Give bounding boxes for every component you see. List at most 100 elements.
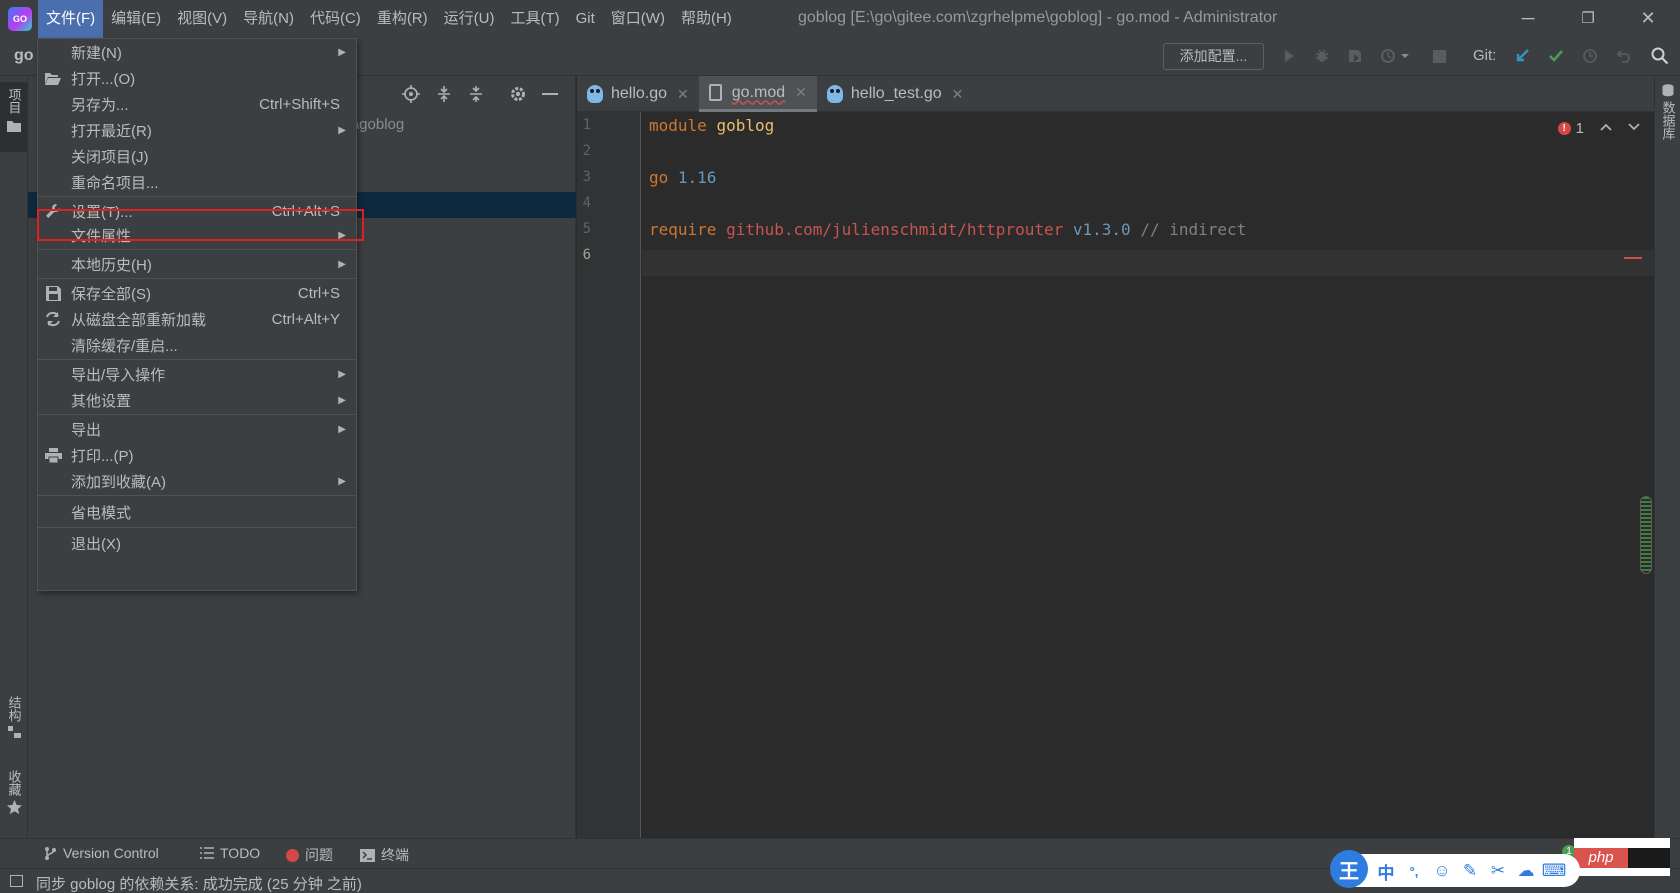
expand-all-icon[interactable] xyxy=(433,83,455,105)
mod-file-icon xyxy=(708,84,722,101)
project-tool-tab[interactable]: 项目 xyxy=(0,82,28,152)
menu-item-reload-all[interactable]: 从磁盘全部重新加载 Ctrl+Alt+Y xyxy=(38,306,356,332)
ime-cloud-icon[interactable]: ☁ xyxy=(1516,861,1536,881)
previous-problem-chevron-up-icon[interactable] xyxy=(1600,118,1612,134)
favorites-tool-tab[interactable]: 收藏 xyxy=(0,770,28,832)
code-editor[interactable]: module goblog go 1.16 require github.com… xyxy=(642,112,1654,838)
menu-item-power-save-mode[interactable]: 省电模式 xyxy=(38,499,356,525)
profile-icon[interactable] xyxy=(1376,44,1400,68)
close-button[interactable]: ✕ xyxy=(1620,0,1676,36)
database-icon xyxy=(1662,84,1674,97)
php-watermark: php xyxy=(1574,838,1670,876)
menu-item-new[interactable]: 新建(N) ▶ xyxy=(38,39,356,65)
next-problem-chevron-down-icon[interactable] xyxy=(1628,118,1640,134)
folder-icon xyxy=(7,121,21,132)
toggle-tool-windows-icon[interactable] xyxy=(10,875,23,887)
menu-view[interactable]: 视图(V) xyxy=(169,0,235,38)
problems-indicator[interactable]: ! 1 xyxy=(1557,120,1584,137)
main-menu: 文件(F) 编辑(E) 视图(V) 导航(N) 代码(C) 重构(R) 运行(U… xyxy=(38,0,740,38)
menu-window[interactable]: 窗口(W) xyxy=(603,0,673,38)
terminal-tab[interactable]: 终端 xyxy=(360,845,409,865)
search-everywhere-icon[interactable] xyxy=(1648,44,1672,68)
menu-item-export[interactable]: 导出 ▶ xyxy=(38,416,356,442)
hide-panel-icon[interactable] xyxy=(539,83,561,105)
save-icon xyxy=(42,285,64,301)
menu-item-invalidate-caches[interactable]: 清除缓存/重启... xyxy=(38,332,356,358)
menu-item-print[interactable]: 打印...(P) xyxy=(38,442,356,468)
menu-run[interactable]: 运行(U) xyxy=(436,0,503,38)
menu-item-other-settings[interactable]: 其他设置 ▶ xyxy=(38,387,356,413)
ime-emoji-icon[interactable]: ☺ xyxy=(1432,861,1452,881)
menu-item-rename-project[interactable]: 重命名项目... xyxy=(38,169,356,195)
ime-handwriting-icon[interactable]: ✎ xyxy=(1460,861,1480,881)
git-history-icon[interactable] xyxy=(1578,44,1602,68)
tab-hello-test-go[interactable]: hello_test.go ✕ xyxy=(817,76,973,112)
menu-edit[interactable]: 编辑(E) xyxy=(103,0,169,38)
tab-go-mod[interactable]: go.mod ✕ xyxy=(698,76,817,112)
close-tab-icon[interactable]: ✕ xyxy=(952,86,964,103)
project-name[interactable]: go xyxy=(14,47,34,65)
menu-refactor[interactable]: 重构(R) xyxy=(369,0,436,38)
ime-punctuation-button[interactable]: °, xyxy=(1404,861,1424,881)
menu-file[interactable]: 文件(F) xyxy=(38,0,104,38)
settings-highlight-annotation xyxy=(37,209,364,241)
menu-item-exit[interactable]: 退出(X) xyxy=(38,530,356,556)
ime-screenshot-icon[interactable]: ✂ xyxy=(1488,861,1508,881)
run-options-chevron-icon[interactable] xyxy=(1398,44,1412,68)
line-number: 5 xyxy=(582,221,591,237)
ime-chinese-mode-button[interactable]: 中 xyxy=(1376,861,1396,883)
close-tab-icon[interactable]: ✕ xyxy=(795,84,807,101)
stop-icon[interactable] xyxy=(1427,44,1451,68)
code-line-5: require github.com/julienschmidt/httprou… xyxy=(649,220,1247,239)
menu-separator xyxy=(38,278,356,279)
menu-item-import-export-settings[interactable]: 导出/导入操作 ▶ xyxy=(38,361,356,387)
menu-navigate[interactable]: 导航(N) xyxy=(235,0,302,38)
menu-item-save-as[interactable]: 另存为... Ctrl+Shift+S xyxy=(38,91,356,117)
git-commit-icon[interactable] xyxy=(1544,44,1568,68)
problems-tab[interactable]: 问题 xyxy=(286,845,333,865)
menu-item-save-all[interactable]: 保存全部(S) Ctrl+S xyxy=(38,280,356,306)
close-tab-icon[interactable]: ✕ xyxy=(677,86,689,103)
menu-item-close-project[interactable]: 关闭项目(J) xyxy=(38,143,356,169)
menu-item-local-history[interactable]: 本地历史(H) ▶ xyxy=(38,251,356,277)
editor-scrollbar[interactable] xyxy=(1640,496,1652,574)
locate-file-icon[interactable] xyxy=(400,83,422,105)
goland-logo-icon[interactable]: GO xyxy=(8,7,32,31)
menu-separator xyxy=(38,249,356,250)
structure-tool-tab[interactable]: 结构 xyxy=(0,696,28,760)
code-line-1: module goblog xyxy=(649,116,775,135)
database-tool-tab[interactable]: 数据库 xyxy=(1655,84,1680,164)
line-number: 1 xyxy=(582,117,591,133)
git-update-icon[interactable] xyxy=(1510,44,1534,68)
run-icon[interactable] xyxy=(1277,44,1301,68)
menu-git[interactable]: Git xyxy=(568,0,603,38)
submenu-arrow-icon: ▶ xyxy=(338,394,346,406)
menu-item-add-to-favorites[interactable]: 添加到收藏(A) ▶ xyxy=(38,468,356,494)
error-stripe-marker[interactable] xyxy=(1624,257,1642,259)
ime-keyboard-icon[interactable]: ⌨ xyxy=(1542,861,1567,881)
collapse-all-icon[interactable] xyxy=(465,83,487,105)
menu-tools[interactable]: 工具(T) xyxy=(502,0,567,38)
coverage-icon[interactable] xyxy=(1343,44,1367,68)
ime-logo-icon[interactable]: 王 xyxy=(1330,850,1368,888)
maximize-button[interactable]: ❐ xyxy=(1560,0,1616,36)
menu-item-open-recent[interactable]: 打开最近(R) ▶ xyxy=(38,117,356,143)
debug-icon[interactable] xyxy=(1310,44,1334,68)
menu-help[interactable]: 帮助(H) xyxy=(673,0,740,38)
git-rollback-icon[interactable] xyxy=(1612,44,1636,68)
settings-gear-icon[interactable] xyxy=(507,83,529,105)
menu-code[interactable]: 代码(C) xyxy=(302,0,369,38)
submenu-arrow-icon: ▶ xyxy=(338,475,346,487)
line-number-gutter: 1 2 3 4 5 6 xyxy=(577,112,641,838)
version-control-tab[interactable]: Version Control xyxy=(44,845,159,861)
error-dot-icon xyxy=(286,848,299,862)
todo-tab[interactable]: TODO xyxy=(200,845,260,861)
tab-hello-go[interactable]: hello.go ✕ xyxy=(577,76,699,112)
reload-icon xyxy=(42,311,64,327)
menu-separator xyxy=(38,196,356,197)
right-tool-strip: 数据库 xyxy=(1654,76,1680,838)
status-message[interactable]: 同步 goblog 的依赖关系: 成功完成 (25 分钟 之前) xyxy=(36,873,362,893)
minimize-button[interactable]: ─ xyxy=(1500,0,1556,36)
add-configuration-button[interactable]: 添加配置... xyxy=(1163,43,1264,70)
menu-item-open[interactable]: 打开...(O) xyxy=(38,65,356,91)
